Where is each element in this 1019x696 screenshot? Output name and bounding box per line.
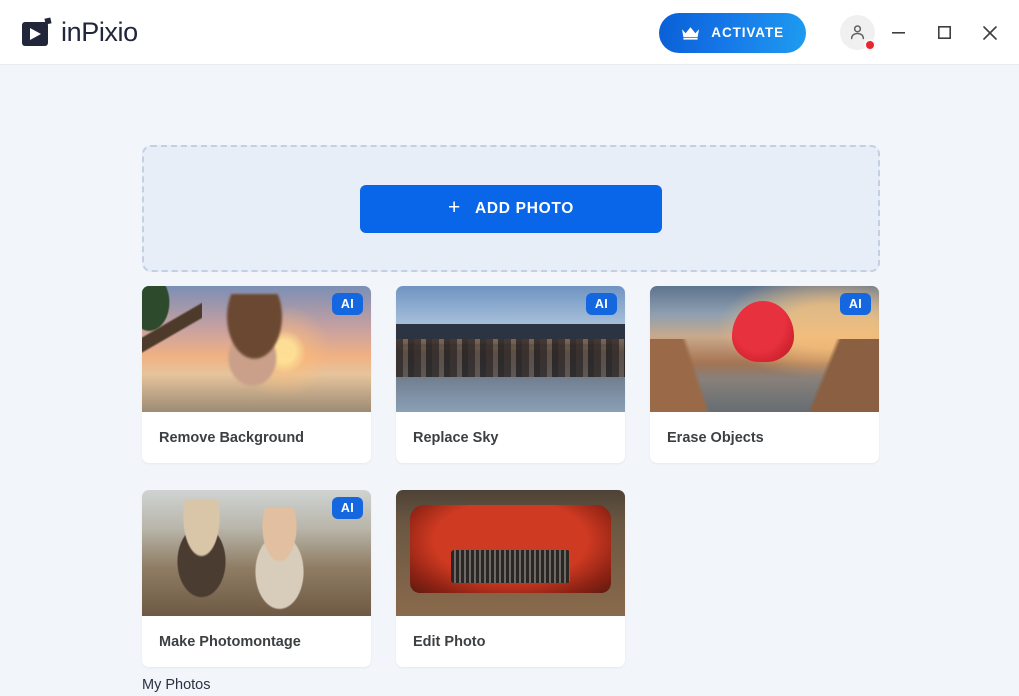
brand: inPixio [22,17,138,48]
add-photo-dropzone[interactable]: + ADD PHOTO [142,145,880,272]
ai-badge: AI [331,293,363,316]
feature-card-grid: AI Remove Background AI Replace Sky AI Erase … [142,286,882,694]
add-photo-button[interactable]: + ADD PHOTO [360,184,662,233]
feature-card[interactable]: AI Make Photomontage [142,490,371,667]
sc-car-art [396,490,625,616]
header-actions: ACTIVATE [659,0,1019,65]
feature-card-label: Edit Photo [413,633,486,650]
feature-card-row: AI Make Photomontage Edit Photo [142,490,882,667]
feature-card-thumbnail: AI [396,286,625,412]
inpixio-app-window: inPixio ACTIVATE + ADD PHOTO AI Remove B… [0,0,1019,696]
feature-card-thumbnail: AI [650,286,879,412]
crown-icon [682,26,700,40]
feature-card[interactable]: AI Erase Objects [650,286,879,463]
feature-card-thumbnail: AI [142,286,371,412]
feature-card[interactable]: Edit Photo [396,490,625,667]
minimize-icon [891,31,905,34]
feature-card[interactable]: AI Remove Background [142,286,371,463]
feature-card-thumbnail [396,490,625,616]
feature-card-label: Erase Objects [667,429,764,446]
activate-label: ACTIVATE [711,25,784,40]
feature-card-label: Remove Background [159,429,305,446]
account-button[interactable] [840,15,876,51]
feature-card-thumbnail: AI [142,490,371,616]
ai-badge: AI [585,293,617,316]
ai-badge: AI [839,293,871,316]
feature-card-label: Replace Sky [413,429,499,446]
maximize-button[interactable] [921,0,967,65]
notification-dot [864,39,876,51]
close-icon [983,25,997,40]
inpixio-play-logo-icon [22,17,52,46]
feature-card[interactable]: AI Replace Sky [396,286,625,463]
add-photo-label: ADD PHOTO [474,199,574,217]
feature-card-label: Make Photomontage [159,633,301,650]
plus-icon: + [448,196,461,219]
close-button[interactable] [967,0,1013,65]
activate-button[interactable]: ACTIVATE [659,12,806,53]
my-photos-title: My Photos [142,677,211,693]
title-bar: inPixio ACTIVATE [0,0,1019,65]
brand-name: inPixio [61,16,138,47]
minimize-button[interactable] [875,0,921,65]
maximize-icon [937,26,951,39]
ai-badge: AI [331,497,363,520]
feature-card-row: AI Remove Background AI Replace Sky AI Erase … [142,286,882,463]
account-person-icon [850,25,865,40]
